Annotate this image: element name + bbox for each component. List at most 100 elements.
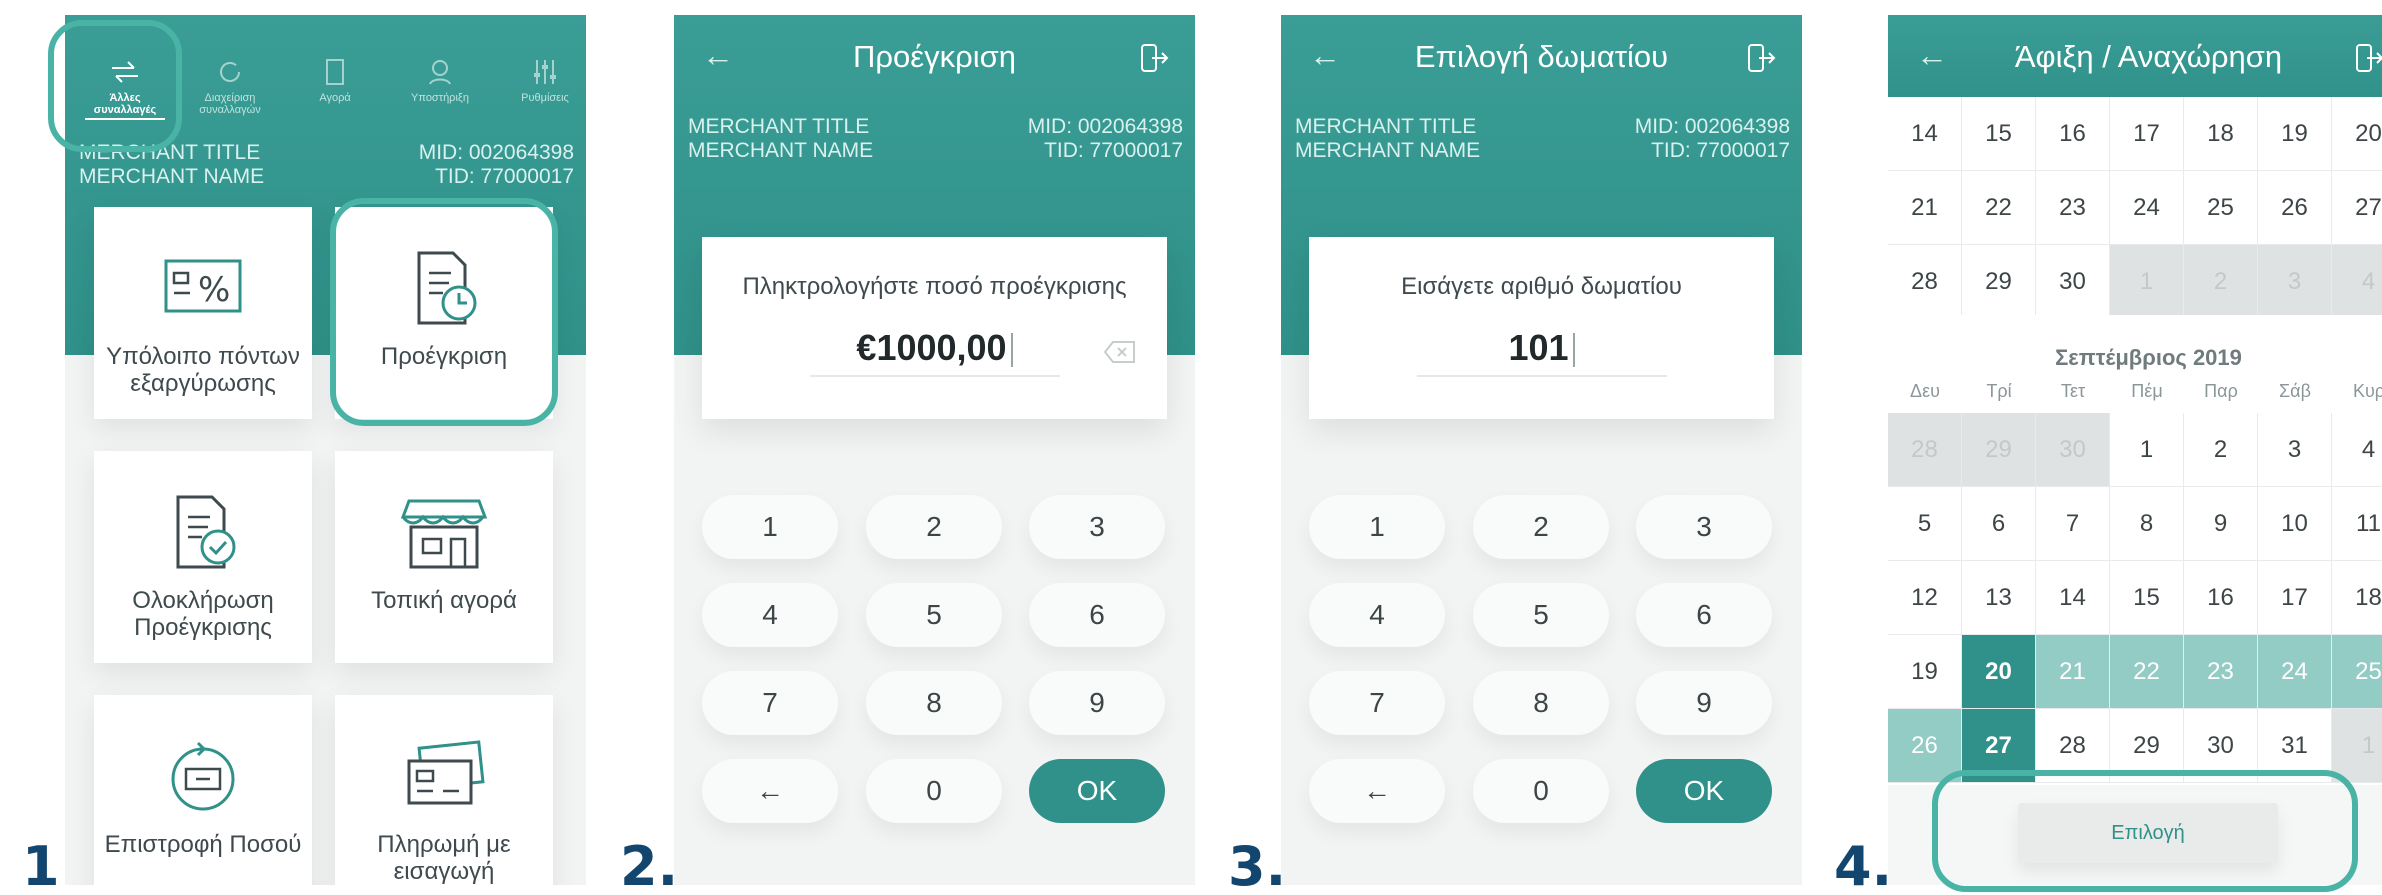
calendar-day[interactable]: 7 <box>2036 487 2110 561</box>
calendar-day[interactable]: 10 <box>2258 487 2332 561</box>
key-2[interactable]: 2 <box>866 495 1002 559</box>
calendar-day[interactable]: 16 <box>2036 97 2110 171</box>
tile-manual-entry-payment[interactable]: Πληρωμή με εισαγωγή <box>335 695 553 885</box>
calendar-day[interactable]: 28 <box>1888 245 1962 319</box>
amount-input[interactable]: €1000,00 <box>702 327 1167 369</box>
tid-value: TID: 77000017 <box>1651 139 1790 162</box>
room-input[interactable]: 101 <box>1309 327 1774 369</box>
calendar-day[interactable]: 18 <box>2184 97 2258 171</box>
key-7[interactable]: 7 <box>1309 671 1445 735</box>
tab-support[interactable]: Υποστήριξη <box>400 55 480 125</box>
calendar-day[interactable]: 3 <box>2258 413 2332 487</box>
ok-button[interactable]: OK <box>1029 759 1165 823</box>
merchant-info: MERCHANT TITLE MERCHANT NAME <box>688 115 873 163</box>
exit-icon[interactable] <box>1137 41 1171 75</box>
calendar-day[interactable]: 22 <box>1962 171 2036 245</box>
key-4[interactable]: 4 <box>1309 583 1445 647</box>
calendar-day[interactable]: 23 <box>2036 171 2110 245</box>
calendar-day: 3 <box>2258 245 2332 319</box>
key-2[interactable]: 2 <box>1473 495 1609 559</box>
calendar-day: 2 <box>2184 245 2258 319</box>
calendar-day[interactable]: 18 <box>2332 561 2382 635</box>
refresh-icon <box>220 62 240 82</box>
calendar-day[interactable]: 24 <box>2110 171 2184 245</box>
tab-transaction-management[interactable]: Διαχείριση συναλλαγών <box>190 55 270 125</box>
key-6[interactable]: 6 <box>1636 583 1772 647</box>
calendar-day[interactable]: 17 <box>2110 97 2184 171</box>
calendar-day[interactable]: 14 <box>1888 97 1962 171</box>
key-9[interactable]: 9 <box>1029 671 1165 735</box>
ok-button[interactable]: OK <box>1636 759 1772 823</box>
calendar-day[interactable]: 24 <box>2258 635 2332 709</box>
calendar-day[interactable]: 30 <box>2036 245 2110 319</box>
merchant-title: MERCHANT TITLE <box>688 115 870 138</box>
calendar-day[interactable]: 23 <box>2184 635 2258 709</box>
tile-refund[interactable]: Επιστροφή Ποσού <box>94 695 312 885</box>
cards-icon <box>407 740 485 805</box>
tile-points-balance[interactable]: % Υπόλοιπο πόντων εξαργύρωσης <box>94 207 312 419</box>
highlight-select-button <box>1932 770 2358 892</box>
tile-label: Τοπική αγορά <box>371 587 517 614</box>
calendar-day[interactable]: 9 <box>2184 487 2258 561</box>
calendar-day[interactable]: 15 <box>1962 97 2036 171</box>
calendar-day[interactable]: 29 <box>1962 245 2036 319</box>
backspace-icon[interactable] <box>1103 339 1137 365</box>
calendar-day[interactable]: 12 <box>1888 561 1962 635</box>
key-9[interactable]: 9 <box>1636 671 1772 735</box>
calendar-day[interactable]: 6 <box>1962 487 2036 561</box>
key-0[interactable]: 0 <box>866 759 1002 823</box>
key-1[interactable]: 1 <box>1309 495 1445 559</box>
calendar-day: 1 <box>2110 245 2184 319</box>
merchant-info: MERCHANT TITLE MERCHANT NAME <box>1295 115 1480 163</box>
key-3[interactable]: 3 <box>1636 495 1772 559</box>
calendar-day[interactable]: 4 <box>2332 413 2382 487</box>
exit-icon[interactable] <box>1744 41 1778 75</box>
key-5[interactable]: 5 <box>1473 583 1609 647</box>
calendar-day[interactable]: 26 <box>1888 709 1962 783</box>
weekday-label: Σάβ <box>2279 381 2311 401</box>
calendar-day[interactable]: 21 <box>1888 171 1962 245</box>
key-back[interactable]: ← <box>1309 759 1445 823</box>
calendar-day[interactable]: 27 <box>2332 171 2382 245</box>
key-8[interactable]: 8 <box>1473 671 1609 735</box>
weekday-label: Κυρ <box>2352 381 2382 401</box>
key-5[interactable]: 5 <box>866 583 1002 647</box>
calendar-day[interactable]: 25 <box>2184 171 2258 245</box>
merchant-title: MERCHANT TITLE <box>1295 115 1477 138</box>
mid-value: MID: 002064398 <box>1634 115 1790 138</box>
calendar-day[interactable]: 20 <box>1962 635 2036 709</box>
key-back[interactable]: ← <box>702 759 838 823</box>
calendar-day[interactable]: 17 <box>2258 561 2332 635</box>
key-4[interactable]: 4 <box>702 583 838 647</box>
key-6[interactable]: 6 <box>1029 583 1165 647</box>
key-1[interactable]: 1 <box>702 495 838 559</box>
calendar-day: 30 <box>2036 413 2110 487</box>
calendar-day[interactable]: 13 <box>1962 561 2036 635</box>
calendar-day[interactable]: 8 <box>2110 487 2184 561</box>
calendar-day[interactable]: 11 <box>2332 487 2382 561</box>
tab-settings[interactable]: Ρυθμίσεις <box>505 55 585 125</box>
calendar-day[interactable]: 20 <box>2332 97 2382 171</box>
tile-local-purchase[interactable]: Τοπική αγορά <box>335 451 553 663</box>
exit-icon[interactable] <box>2352 41 2382 75</box>
calendar-day[interactable]: 15 <box>2110 561 2184 635</box>
calendar-day[interactable]: 19 <box>1888 635 1962 709</box>
calendar-day[interactable]: 26 <box>2258 171 2332 245</box>
key-0[interactable]: 0 <box>1473 759 1609 823</box>
key-8[interactable]: 8 <box>866 671 1002 735</box>
calendar-day[interactable]: 19 <box>2258 97 2332 171</box>
calendar-day: 28 <box>1888 413 1962 487</box>
tile-complete-preauthorization[interactable]: Ολοκλήρωση Προέγκρισης <box>94 451 312 663</box>
calendar-day[interactable]: 14 <box>2036 561 2110 635</box>
amount-card: Πληκτρολογήστε ποσό προέγκρισης €1000,00 <box>702 237 1167 419</box>
tab-purchase[interactable]: Αγορά <box>295 55 375 125</box>
calendar-day[interactable]: 5 <box>1888 487 1962 561</box>
calendar-day[interactable]: 1 <box>2110 413 2184 487</box>
calendar-day[interactable]: 25 <box>2332 635 2382 709</box>
key-3[interactable]: 3 <box>1029 495 1165 559</box>
calendar-day[interactable]: 2 <box>2184 413 2258 487</box>
calendar-day[interactable]: 22 <box>2110 635 2184 709</box>
calendar-day[interactable]: 21 <box>2036 635 2110 709</box>
calendar-day[interactable]: 16 <box>2184 561 2258 635</box>
key-7[interactable]: 7 <box>702 671 838 735</box>
